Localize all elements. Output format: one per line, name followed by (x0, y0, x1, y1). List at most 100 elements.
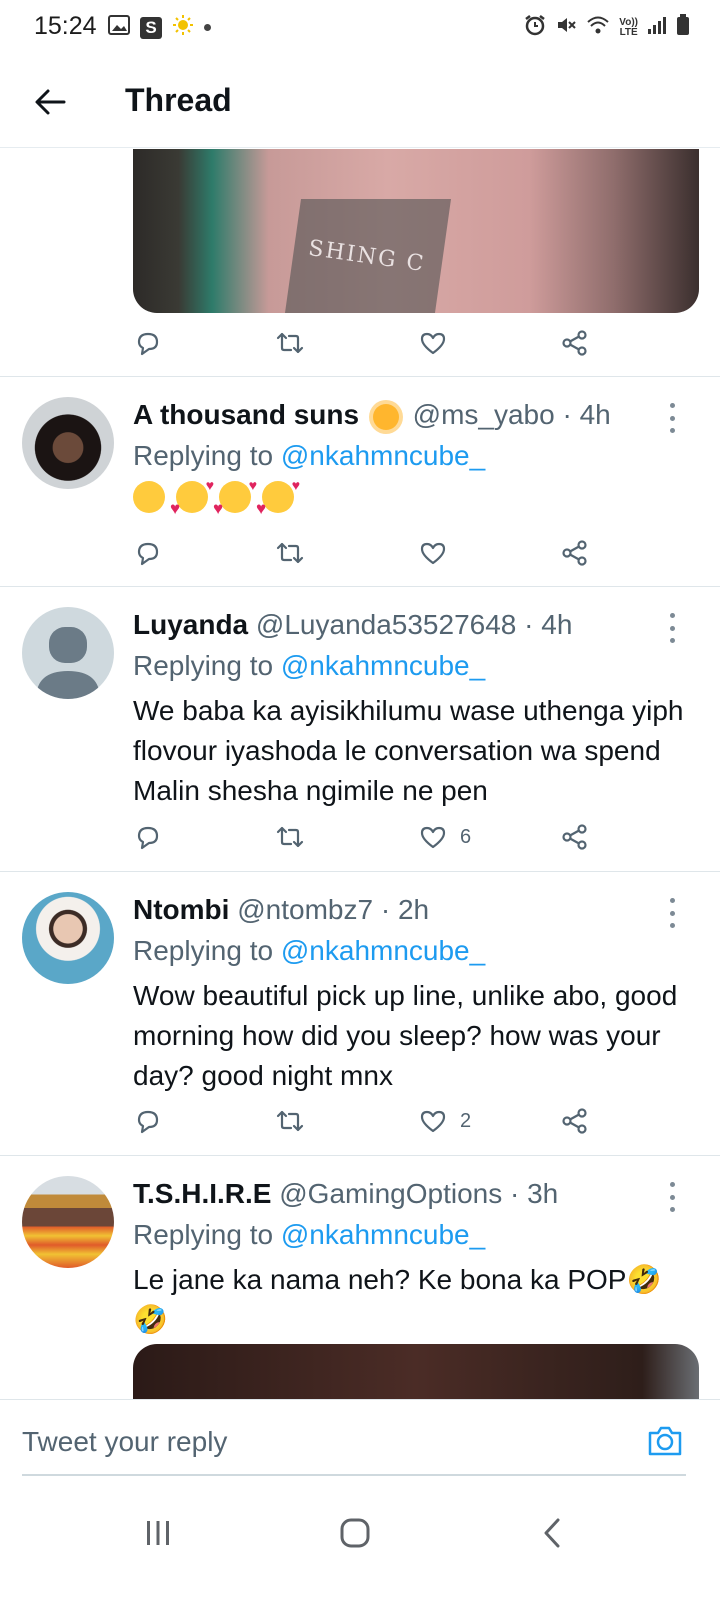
tweet-header: A thousand suns @ms_yabo · 4h (133, 399, 611, 431)
reply-button[interactable] (133, 817, 163, 857)
retweet-button[interactable] (275, 533, 305, 573)
more-options-button[interactable] (662, 1182, 682, 1212)
sun-emoji-icon (372, 403, 399, 430)
battery-icon (676, 14, 690, 41)
avatar[interactable] (22, 397, 114, 489)
like-icon (420, 1110, 446, 1133)
volte-label: Vo)) (619, 16, 638, 28)
retweet-icon (276, 332, 304, 354)
tweet-header: T.S.H.I.R.E @GamingOptions · 3h (133, 1178, 558, 1210)
share-button[interactable] (560, 1101, 590, 1141)
replying-to-link[interactable]: @nkahmncube_ (281, 1219, 485, 1250)
display-name[interactable]: A thousand suns (133, 399, 359, 430)
tweet-header: Luyanda @Luyanda53527648 · 4h (133, 609, 572, 641)
replying-label: Replying to (133, 650, 281, 681)
tweet-time: 4h (541, 609, 573, 640)
reply-button[interactable] (133, 323, 163, 363)
separator-dot: · (380, 894, 398, 925)
reply-button[interactable] (133, 533, 163, 573)
camera-icon (648, 1426, 682, 1456)
alarm-icon (524, 14, 546, 41)
like-icon (420, 826, 446, 849)
tweet-reply-input[interactable]: Tweet your reply (22, 1426, 227, 1458)
tweet-media-image[interactable] (133, 1344, 699, 1399)
replying-to-link[interactable]: @nkahmncube_ (281, 935, 485, 966)
recents-button[interactable] (128, 1508, 188, 1558)
media-caption: SHING C (306, 235, 427, 278)
more-options-button[interactable] (662, 403, 682, 433)
tweet-actions (133, 533, 613, 573)
tweet-actions: 2 (133, 1101, 613, 1141)
replying-label: Replying to (133, 935, 281, 966)
user-handle[interactable]: @ms_yabo (413, 399, 555, 430)
share-button[interactable] (560, 533, 590, 573)
tweet-text: Le jane ka nama neh? Ke bona ka POP🤣 🤣 (133, 1264, 662, 1335)
reply-button[interactable] (133, 1101, 163, 1141)
more-notifications-dot-icon (204, 24, 211, 31)
like-button[interactable]: 2 (418, 1101, 471, 1141)
retweet-button[interactable] (275, 817, 305, 857)
separator-dot: · (562, 399, 580, 430)
retweet-icon (276, 826, 304, 848)
tweet-header: Ntombi @ntombz7 · 2h (133, 894, 429, 926)
home-button[interactable] (325, 1508, 385, 1558)
retweet-button[interactable] (275, 1101, 305, 1141)
back-nav-icon (544, 1518, 560, 1548)
tweet-text: We baba ka ayisikhilumu wase uthenga yip… (133, 695, 684, 806)
back-nav-button[interactable] (522, 1508, 582, 1558)
avatar[interactable] (22, 892, 114, 984)
system-nav-bar (0, 1480, 720, 1600)
like-icon (420, 542, 446, 565)
s-app-icon: S (140, 16, 162, 39)
tweet-time: 4h (579, 399, 611, 430)
thread-feed[interactable]: SHING C A thousand suns @ms_yabo · 4h Re… (0, 149, 720, 1399)
reply-icon (137, 826, 159, 850)
wifi-icon (586, 15, 610, 40)
separator-dot: · (524, 609, 542, 640)
like-icon (420, 332, 446, 355)
user-handle[interactable]: @Luyanda53527648 (256, 609, 516, 640)
reply-icon (137, 332, 159, 356)
default-profile-icon (36, 627, 100, 699)
smiling-face-with-hearts-emoji-icon (213, 477, 257, 519)
recents-icon (147, 1521, 169, 1545)
more-options-button[interactable] (662, 613, 682, 643)
like-button[interactable] (418, 533, 448, 573)
like-button[interactable]: 6 (418, 817, 471, 857)
display-name[interactable]: T.S.H.I.R.E (133, 1178, 271, 1209)
back-button[interactable] (28, 80, 72, 124)
back-arrow-icon (35, 89, 66, 115)
gallery-icon (108, 15, 130, 40)
replying-label: Replying to (133, 440, 281, 471)
like-button[interactable] (418, 323, 448, 363)
user-handle[interactable]: @GamingOptions (279, 1178, 502, 1209)
more-options-button[interactable] (662, 898, 682, 928)
volte-indicator: Vo)) LTE (619, 16, 638, 38)
replying-to-link[interactable]: @nkahmncube_ (281, 440, 485, 471)
tweet-time: 3h (527, 1178, 559, 1209)
display-name[interactable]: Luyanda (133, 609, 248, 640)
replying-label: Replying to (133, 1219, 281, 1250)
mute-icon (555, 14, 577, 41)
signal-icon (647, 15, 667, 40)
user-handle[interactable]: @ntombz7 (237, 894, 373, 925)
reply-icon (137, 542, 159, 566)
share-icon (562, 1108, 587, 1134)
page-title: Thread (125, 82, 232, 118)
home-icon (340, 1518, 370, 1548)
retweet-button[interactable] (275, 323, 305, 363)
tweet-media-image[interactable]: SHING C (133, 149, 699, 313)
replying-to-link[interactable]: @nkahmncube_ (281, 650, 485, 681)
default-avatar[interactable] (22, 607, 114, 699)
avatar[interactable] (22, 1176, 114, 1268)
retweet-icon (276, 1110, 304, 1132)
smiling-face-with-hearts-emoji-icon (256, 477, 300, 519)
display-name[interactable]: Ntombi (133, 894, 229, 925)
camera-button[interactable] (646, 1422, 684, 1460)
lte-label: LTE (619, 26, 638, 38)
share-button[interactable] (560, 323, 590, 363)
share-button[interactable] (560, 817, 590, 857)
separator-dot: · (510, 1178, 528, 1209)
reply-composer: Tweet your reply (0, 1399, 720, 1477)
retweet-icon (276, 542, 304, 564)
